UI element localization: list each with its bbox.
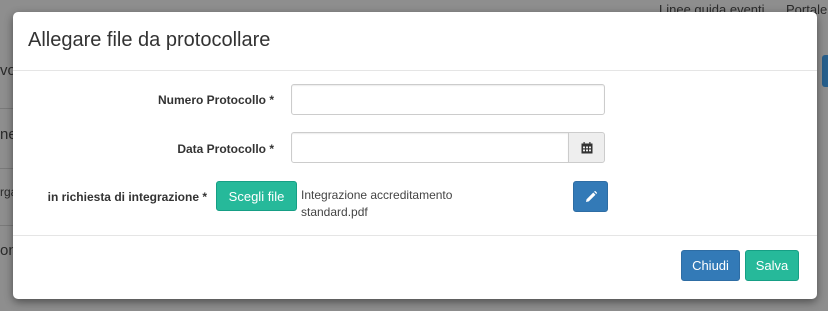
modal-title: Allegare file da protocollare xyxy=(28,29,271,51)
choose-file-button[interactable]: Scegli file xyxy=(216,181,297,211)
background-divider xyxy=(0,108,14,109)
save-button[interactable]: Salva xyxy=(745,250,799,281)
numero-protocollo-label: Numero Protocollo * xyxy=(157,93,274,107)
data-protocollo-label: Data Protocollo * xyxy=(177,142,274,156)
pencil-icon xyxy=(585,190,597,202)
modal-header: Allegare file da protocollare xyxy=(13,12,817,71)
modal-dialog: Allegare file da protocollare Numero Pro… xyxy=(13,12,817,299)
background-divider xyxy=(0,225,14,226)
calendar-button[interactable] xyxy=(568,132,605,163)
file-name-line: standard.pdf xyxy=(301,205,368,219)
close-button[interactable]: Chiudi xyxy=(681,250,740,281)
integrazione-label: in richiesta di integrazione * xyxy=(47,190,207,204)
selected-file-name: Integrazione accreditamento standard.pdf xyxy=(301,187,471,221)
modal-footer: Chiudi Salva xyxy=(13,235,817,299)
background-button xyxy=(822,55,828,87)
numero-protocollo-input[interactable] xyxy=(291,84,605,115)
file-name-line: Integrazione accreditamento xyxy=(301,188,453,202)
background-divider xyxy=(0,168,14,169)
calendar-icon xyxy=(581,141,592,153)
data-protocollo-input[interactable] xyxy=(291,132,569,163)
edit-file-button[interactable] xyxy=(573,181,608,212)
